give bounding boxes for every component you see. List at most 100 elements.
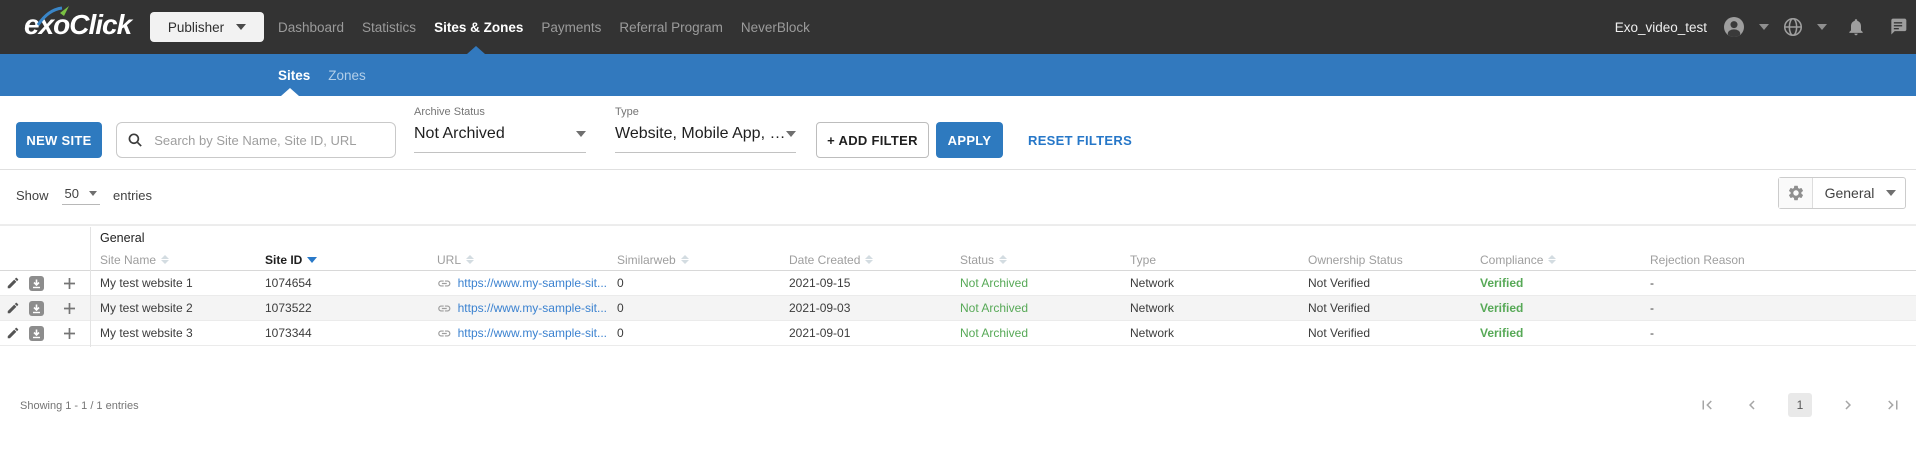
- account-avatar-icon[interactable]: [1722, 15, 1746, 39]
- archive-status-dropdown[interactable]: Archive Status Not Archived: [414, 106, 586, 153]
- table-row: My test website 2 1073522 https://www.my…: [0, 296, 1916, 321]
- add-zone-plus-icon[interactable]: [63, 302, 76, 315]
- nav-item-neverblock[interactable]: NeverBlock: [741, 20, 810, 35]
- site-url-link[interactable]: https://www.my-sample-sit...: [458, 276, 607, 290]
- table-row: My test website 1 1074654 https://www.my…: [0, 271, 1916, 296]
- sort-icon: [865, 255, 873, 264]
- cell-site-name: My test website 1: [90, 271, 255, 295]
- edit-pencil-icon[interactable]: [6, 276, 20, 290]
- previous-page-icon[interactable]: [1743, 396, 1761, 414]
- apply-button[interactable]: APPLY: [936, 122, 1003, 158]
- active-tab-pointer: [281, 88, 299, 96]
- link-icon: [437, 326, 452, 341]
- column-group-label: General: [90, 226, 255, 249]
- site-url-link[interactable]: https://www.my-sample-sit...: [458, 326, 607, 340]
- cell-similarweb: 0: [607, 271, 779, 295]
- column-header-date-created[interactable]: Date Created: [779, 249, 950, 270]
- column-header-type: Type: [1120, 249, 1298, 270]
- page-size-select[interactable]: 50: [62, 186, 100, 205]
- type-dropdown[interactable]: Type Website, Mobile App, Ne...: [615, 106, 796, 153]
- list-controls: Show 50 entries General: [0, 170, 1916, 225]
- archive-icon[interactable]: [29, 326, 44, 341]
- account-type-dropdown[interactable]: Publisher: [150, 12, 264, 42]
- next-page-icon[interactable]: [1839, 396, 1857, 414]
- cell-ownership-status: Not Verified: [1298, 296, 1470, 320]
- chevron-down-icon: [89, 191, 97, 196]
- cell-status: Not Archived: [950, 321, 1120, 345]
- tab-sites[interactable]: Sites: [278, 68, 310, 83]
- column-header-rejection-reason: Rejection Reason: [1640, 249, 1916, 270]
- new-site-button[interactable]: NEW SITE: [16, 122, 102, 158]
- header-label: Status: [960, 253, 994, 267]
- tab-zones[interactable]: Zones: [328, 68, 366, 83]
- edit-pencil-icon[interactable]: [6, 301, 20, 315]
- cell-status: Not Archived: [950, 296, 1120, 320]
- first-page-icon[interactable]: [1698, 396, 1716, 414]
- language-menu-chevron-icon[interactable]: [1817, 24, 1827, 30]
- sort-desc-icon: [307, 257, 317, 263]
- type-label: Type: [615, 106, 796, 118]
- add-zone-plus-icon[interactable]: [63, 277, 76, 290]
- header-label: Ownership Status: [1308, 253, 1403, 267]
- search-input[interactable]: [152, 132, 385, 149]
- nav-item-statistics[interactable]: Statistics: [362, 20, 416, 35]
- page-size-control: Show 50 entries: [16, 186, 152, 205]
- archive-icon[interactable]: [29, 301, 44, 316]
- nav-item-payments[interactable]: Payments: [541, 20, 601, 35]
- header-label: Similarweb: [617, 253, 676, 267]
- column-header-compliance[interactable]: Compliance: [1470, 249, 1640, 270]
- cell-type: Network: [1120, 271, 1298, 295]
- gear-icon[interactable]: [1779, 178, 1813, 208]
- cell-compliance: Verified: [1470, 321, 1640, 345]
- notifications-bell-icon[interactable]: [1846, 17, 1866, 37]
- main-nav: Dashboard Statistics Sites & Zones Payme…: [278, 0, 810, 54]
- sort-icon: [1548, 255, 1556, 264]
- sort-icon: [999, 255, 1007, 264]
- archive-status-label: Archive Status: [414, 106, 586, 118]
- current-page-button[interactable]: 1: [1788, 393, 1812, 417]
- pagination: 1: [1698, 393, 1902, 417]
- column-header-site-id[interactable]: Site ID: [255, 249, 427, 270]
- column-header-url[interactable]: URL: [427, 249, 607, 270]
- chevron-down-icon: [786, 131, 796, 137]
- cell-site-id: 1073344: [255, 321, 427, 345]
- cell-compliance: Verified: [1470, 296, 1640, 320]
- feedback-chat-icon[interactable]: [1888, 17, 1908, 37]
- header-label: Compliance: [1480, 253, 1543, 267]
- column-header-status[interactable]: Status: [950, 249, 1120, 270]
- top-bar: exoClick Publisher Dashboard Statistics …: [0, 0, 1916, 54]
- site-url-link[interactable]: https://www.my-sample-sit...: [458, 301, 607, 315]
- cell-rejection-reason: -: [1640, 271, 1916, 295]
- add-filter-label: ADD FILTER: [839, 133, 918, 148]
- cell-rejection-reason: -: [1640, 321, 1916, 345]
- table-footer: Showing 1 - 1 / 1 entries 1: [0, 388, 1916, 424]
- cell-date-created: 2021-09-15: [779, 271, 950, 295]
- nav-item-sites-zones[interactable]: Sites & Zones: [434, 20, 523, 35]
- add-zone-plus-icon[interactable]: [63, 327, 76, 340]
- column-preset-control[interactable]: General: [1778, 177, 1906, 209]
- cell-ownership-status: Not Verified: [1298, 271, 1470, 295]
- username-label: Exo_video_test: [1615, 20, 1707, 35]
- nav-item-referral-program[interactable]: Referral Program: [619, 20, 723, 35]
- filter-bar: NEW SITE Archive Status Not Archived Typ…: [0, 96, 1916, 170]
- header-label: Type: [1130, 253, 1156, 267]
- language-globe-icon[interactable]: [1782, 16, 1804, 38]
- column-header-site-name[interactable]: Site Name: [90, 249, 255, 270]
- archive-icon[interactable]: [29, 276, 44, 291]
- account-menu-chevron-icon[interactable]: [1759, 24, 1769, 30]
- cell-site-name: My test website 3: [90, 321, 255, 345]
- add-filter-button[interactable]: + ADD FILTER: [816, 122, 929, 158]
- column-header-similarweb[interactable]: Similarweb: [607, 249, 779, 270]
- edit-pencil-icon[interactable]: [6, 326, 20, 340]
- cell-site-id: 1073522: [255, 296, 427, 320]
- last-page-icon[interactable]: [1884, 396, 1902, 414]
- reset-filters-button[interactable]: RESET FILTERS: [1022, 122, 1138, 158]
- column-header-ownership-status: Ownership Status: [1298, 249, 1470, 270]
- nav-item-dashboard[interactable]: Dashboard: [278, 20, 344, 35]
- header-label: Date Created: [789, 253, 860, 267]
- exoclick-logo[interactable]: exoClick: [24, 9, 131, 41]
- cell-type: Network: [1120, 321, 1298, 345]
- row-actions: [0, 321, 90, 345]
- sort-icon: [161, 255, 169, 264]
- actions-column-divider: [90, 227, 91, 347]
